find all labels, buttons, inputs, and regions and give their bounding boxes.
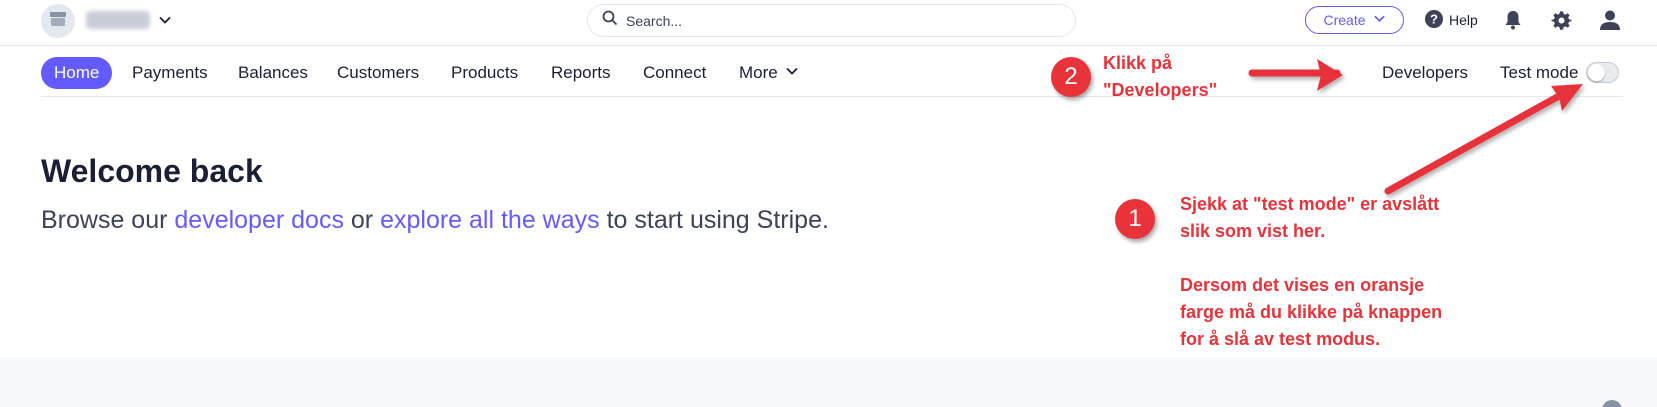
floating-help-icon[interactable]	[1602, 400, 1622, 407]
developer-docs-link[interactable]: developer docs	[174, 206, 344, 234]
annotation-line: "Developers"	[1103, 80, 1218, 100]
annotation-step-1-badge: 1	[1115, 199, 1155, 239]
nav-connect[interactable]: Connect	[643, 57, 706, 89]
top-bar: redacted Create ? Help	[0, 0, 1657, 46]
nav-developers[interactable]: Developers	[1382, 57, 1468, 89]
subtitle-prefix: Browse our	[41, 206, 175, 234]
nav-balances[interactable]: Balances	[238, 57, 308, 89]
store-icon	[49, 11, 67, 32]
annotation-line: farge må du klikke på knappen	[1180, 302, 1443, 322]
create-button-label: Create	[1323, 12, 1366, 28]
subtitle-mid: or	[343, 206, 381, 234]
main-nav: Home Payments Balances Customers Product…	[41, 55, 1623, 97]
account-name[interactable]: redacted	[86, 11, 150, 29]
annotation-line: for å slå av test modus.	[1180, 329, 1381, 349]
annotation-step-1-text: Sjekk at "test mode" er avslått slik som…	[1180, 191, 1442, 353]
annotation-step-2-badge: 2	[1051, 57, 1091, 97]
chevron-down-icon	[785, 57, 799, 89]
chevron-down-icon	[1373, 12, 1386, 28]
nav-reports[interactable]: Reports	[551, 57, 611, 89]
user-icon[interactable]	[1598, 8, 1622, 32]
annotation-spacer	[1180, 245, 1442, 272]
nav-products[interactable]: Products	[451, 57, 518, 89]
create-button[interactable]: Create	[1305, 6, 1404, 34]
nav-home[interactable]: Home	[41, 57, 113, 89]
annotation-line: Klikk på	[1103, 53, 1173, 73]
page-title: Welcome back	[41, 153, 263, 189]
help-button[interactable]: ? Help	[1424, 8, 1478, 32]
nav-payments[interactable]: Payments	[132, 57, 208, 89]
nav-customers[interactable]: Customers	[337, 57, 419, 89]
search-input[interactable]	[626, 12, 1046, 29]
test-mode-toggle[interactable]	[1586, 62, 1619, 83]
annotation-line: Sjekk at "test mode" er avslått	[1180, 194, 1440, 214]
search-icon	[602, 10, 618, 31]
subtitle-suffix: to start using Stripe.	[599, 206, 829, 234]
toggle-knob	[1588, 64, 1605, 81]
chevron-down-icon[interactable]	[158, 13, 172, 32]
gear-icon[interactable]	[1549, 8, 1573, 32]
annotation-line: Dersom det vises en oransje	[1180, 275, 1425, 295]
explore-ways-link[interactable]: explore all the ways	[380, 206, 600, 234]
nav-more-label: More	[739, 63, 778, 82]
help-label: Help	[1449, 12, 1478, 28]
nav-more[interactable]: More	[739, 57, 799, 89]
test-mode-label: Test mode	[1500, 63, 1579, 82]
bell-icon[interactable]	[1501, 8, 1525, 32]
svg-text:?: ?	[1430, 11, 1438, 26]
annotation-line: slik som vist her.	[1180, 221, 1326, 241]
account-avatar[interactable]	[41, 4, 75, 38]
annotation-step-2-text: Klikk på "Developers"	[1103, 50, 1217, 104]
page-subtitle: Browse our developer docs or explore all…	[41, 206, 829, 235]
search-bar[interactable]	[587, 4, 1076, 37]
help-icon: ?	[1424, 9, 1444, 32]
